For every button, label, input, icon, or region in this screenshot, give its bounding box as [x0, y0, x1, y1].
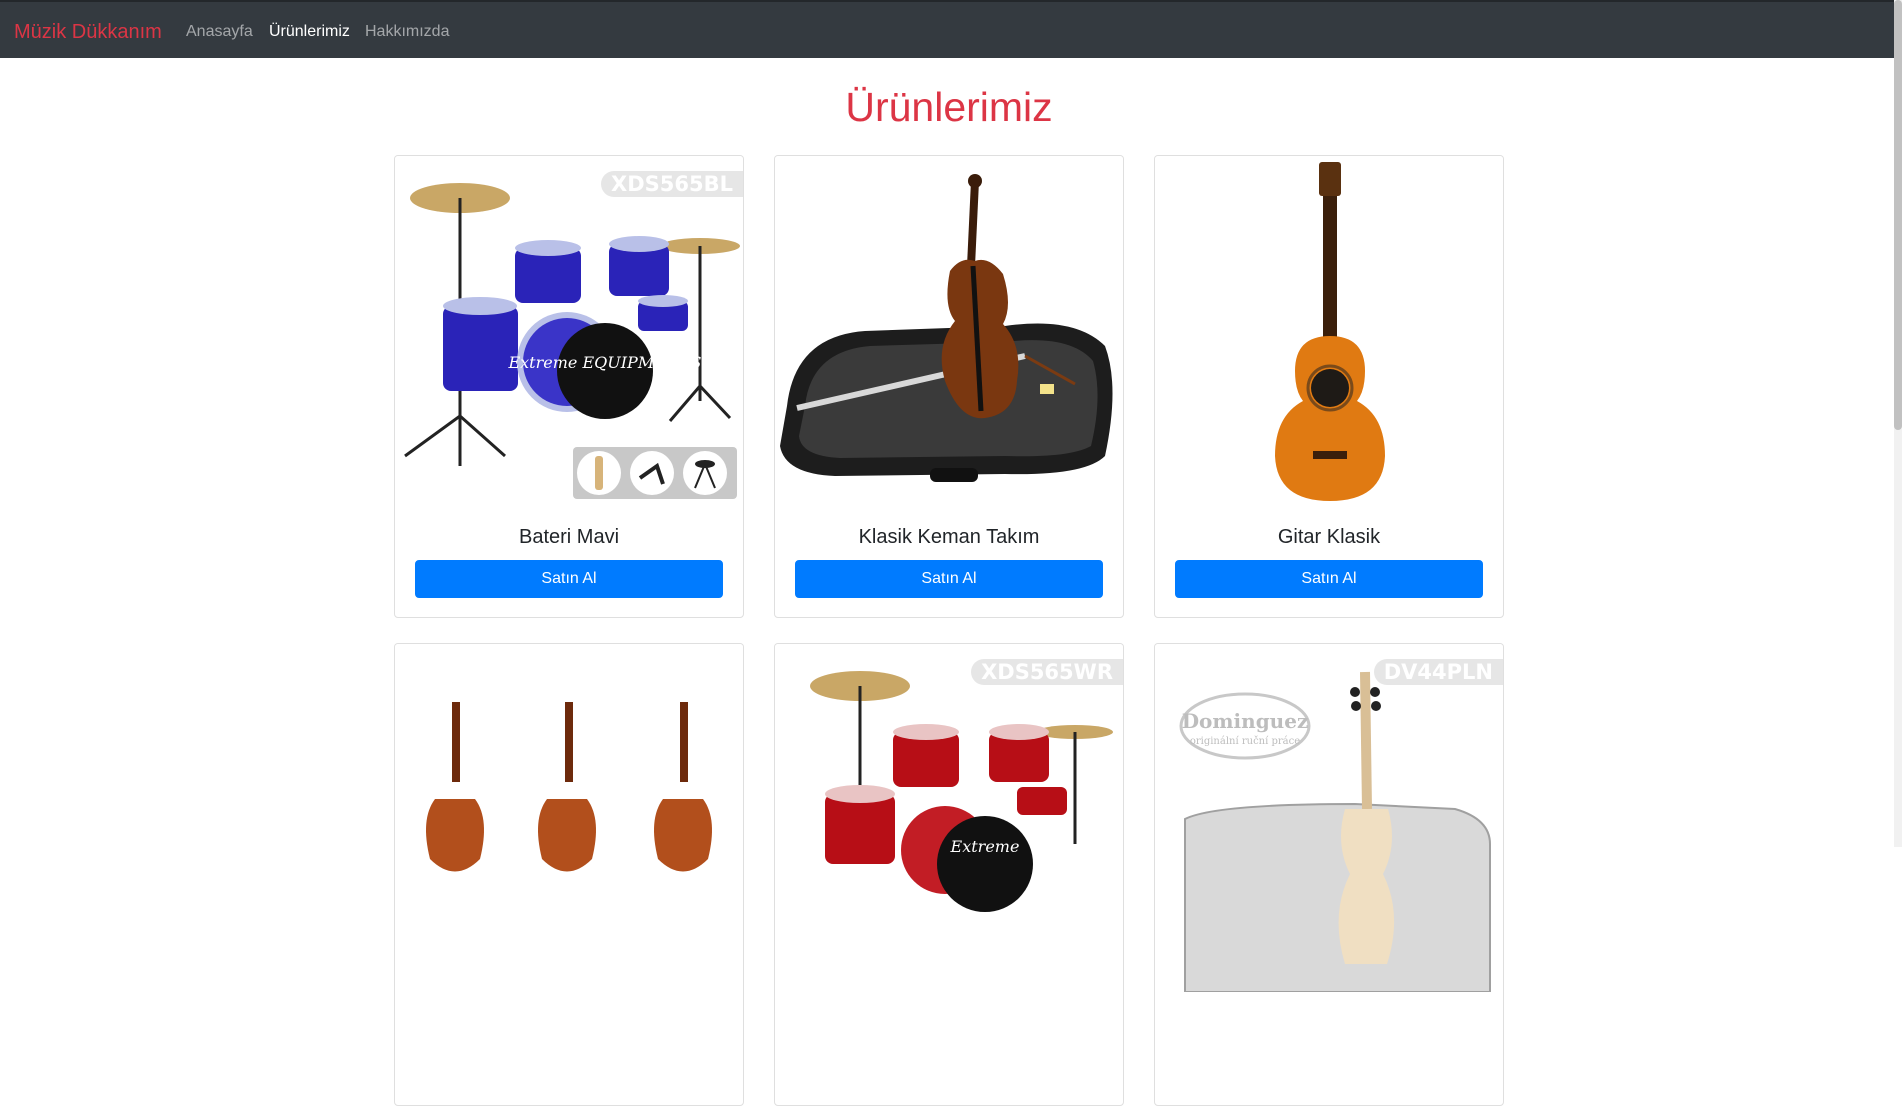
nav-link-home[interactable]: Anasayfa — [186, 22, 253, 42]
brand-subtitle: originální ruční práce — [1190, 736, 1300, 747]
product-card: Dominguez originální ruční práce DV44PLN — [1154, 643, 1504, 1106]
product-image-plain-violin-case: Dominguez originální ruční práce DV44PLN — [1155, 644, 1503, 992]
product-image-violin-in-case — [775, 156, 1123, 504]
product-card: Klasik Keman Takım Satın Al — [774, 155, 1124, 618]
nav-link-about[interactable]: Hakkımızda — [365, 22, 449, 42]
scrollbar-thumb[interactable] — [1894, 0, 1902, 430]
product-image-three-violins — [395, 644, 743, 992]
brand-mark: Extreme EQUIPMENTS — [507, 353, 701, 372]
product-card: Extreme EQUIPMENTS XDS565BL Bateri Mavi … — [394, 155, 744, 618]
product-title: Bateri Mavi — [518, 526, 620, 548]
page-title: Ürünlerimiz — [845, 84, 1053, 130]
product-card: Gitar Klasik Satın Al — [1154, 155, 1504, 618]
product-title: Klasik Keman Takım — [858, 526, 1040, 548]
buy-button[interactable]: Satın Al — [1175, 560, 1483, 598]
product-code-badge: DV44PLN — [1373, 659, 1503, 685]
product-title: Gitar Klasik — [1277, 526, 1381, 548]
buy-button[interactable]: Satın Al — [415, 560, 723, 598]
product-card — [394, 643, 744, 1106]
product-image-drum-kit-blue: Extreme EQUIPMENTS XDS565BL — [395, 156, 743, 504]
nav-link-products[interactable]: Ürünlerimiz — [269, 22, 350, 42]
navbar: Müzik Dükkanım Anasayfa Ürünlerimiz Hakk… — [0, 0, 1902, 58]
product-code-badge: XDS565BL — [601, 171, 743, 197]
product-code-badge: XDS565WR — [971, 659, 1123, 685]
product-image-classical-guitar — [1155, 156, 1503, 504]
buy-button[interactable]: Satın Al — [795, 560, 1103, 598]
product-card: Extreme XDS565WR — [774, 643, 1124, 1106]
brand-link[interactable]: Müzik Dükkanım — [14, 20, 162, 44]
brand-mark: Dominguez — [1182, 709, 1309, 733]
product-image-drum-kit-red: Extreme XDS565WR — [775, 644, 1123, 992]
